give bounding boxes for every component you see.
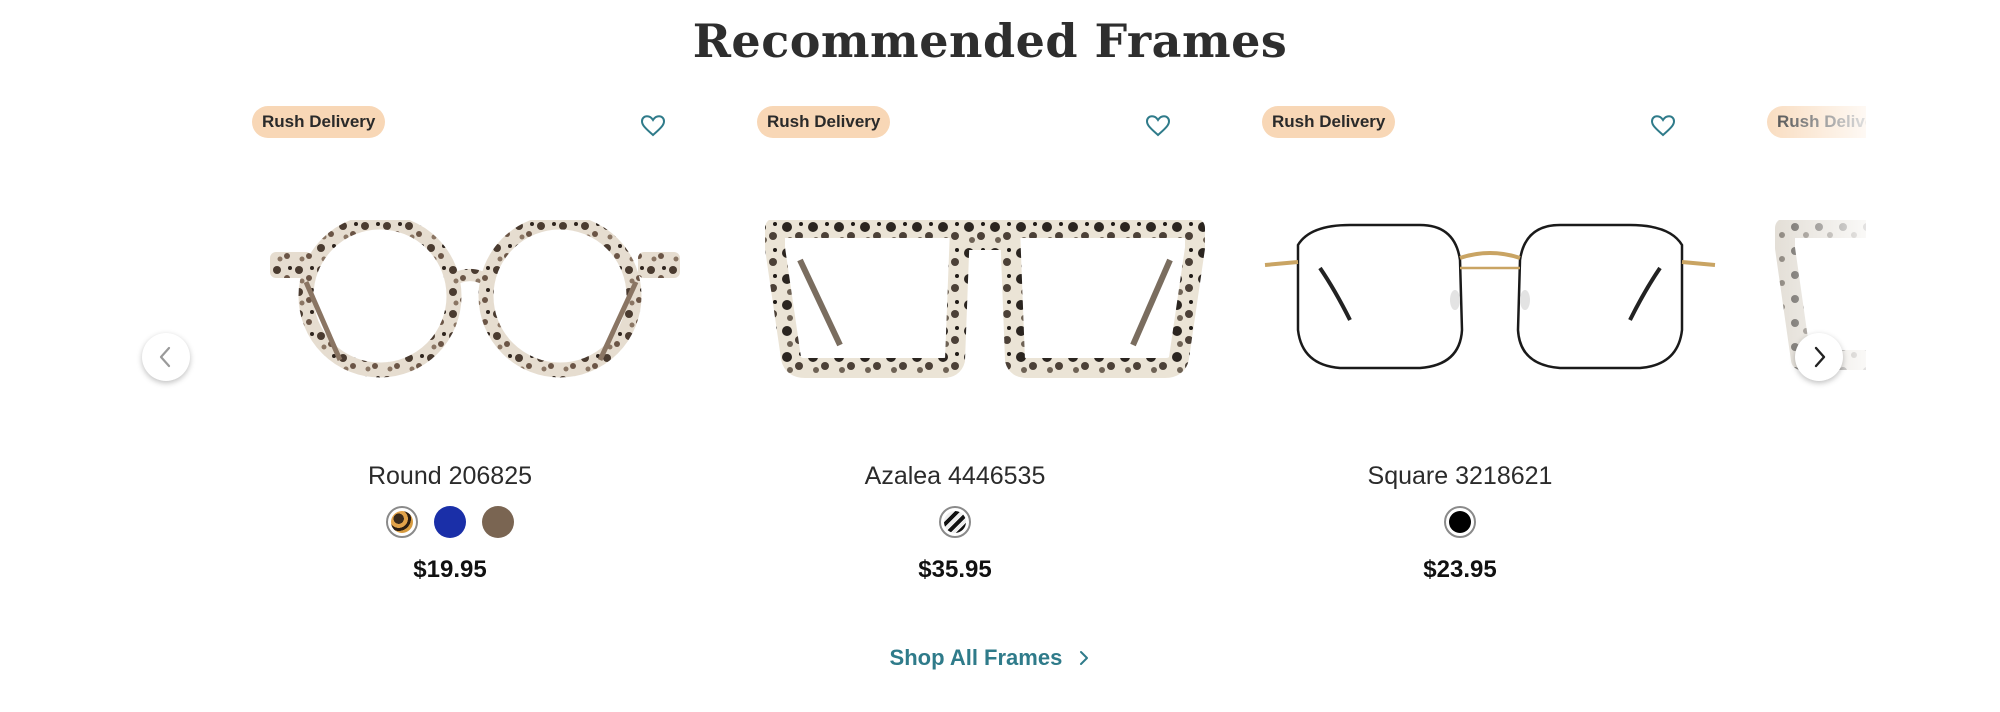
carousel-prev-button[interactable] [142, 333, 190, 381]
rush-delivery-badge: Rush Delivery [252, 106, 386, 138]
heart-icon[interactable] [1650, 114, 1676, 138]
carousel-next-button[interactable] [1795, 333, 1843, 381]
color-swatch-blue[interactable] [434, 506, 466, 538]
product-name[interactable]: Round 206825 [250, 462, 650, 491]
product-name[interactable]: Azalea 4446535 [755, 462, 1155, 491]
rush-delivery-badge: Rush Delivery [757, 106, 891, 138]
rush-delivery-badge: Rush Delivery [1767, 106, 1866, 138]
rush-delivery-badge: Rush Delivery [1262, 106, 1396, 138]
shop-all-label: Shop All Frames [889, 645, 1063, 671]
product-card[interactable]: Rush Delivery [755, 100, 1215, 620]
color-swatch-tortoise[interactable] [386, 506, 418, 538]
carousel-track: Rush Delivery Round 206825 $19.95 Rush D… [250, 100, 1866, 620]
product-image[interactable] [1260, 220, 1720, 390]
color-swatch-brown[interactable] [482, 506, 514, 538]
product-price: $35.95 [918, 556, 992, 583]
product-image[interactable] [755, 220, 1215, 390]
product-price: $19.95 [413, 556, 487, 583]
heart-icon[interactable] [640, 114, 666, 138]
color-swatches [250, 506, 650, 538]
heart-icon[interactable] [1145, 114, 1171, 138]
product-card[interactable]: Rush Delivery [250, 100, 710, 620]
color-swatches [755, 506, 1155, 538]
color-swatch-black[interactable] [1444, 506, 1476, 538]
shop-all-frames-link[interactable]: Shop All Frames [0, 644, 1980, 671]
product-name[interactable]: Square 3218621 [1260, 462, 1660, 491]
chevron-right-icon [1080, 651, 1089, 666]
chevron-left-icon [159, 346, 171, 368]
product-image[interactable] [250, 220, 710, 390]
chevron-right-icon [1814, 346, 1826, 368]
product-card[interactable]: Rush Delivery Square 3218621 $23.95 [1260, 100, 1720, 620]
product-price: $23.95 [1423, 556, 1497, 583]
color-swatches [1260, 506, 1660, 538]
color-swatch-black-white-stripe[interactable] [939, 506, 971, 538]
section-title: Recommended Frames [692, 14, 1288, 68]
product-carousel: Rush Delivery Round 206825 $19.95 Rush D… [250, 100, 1866, 620]
